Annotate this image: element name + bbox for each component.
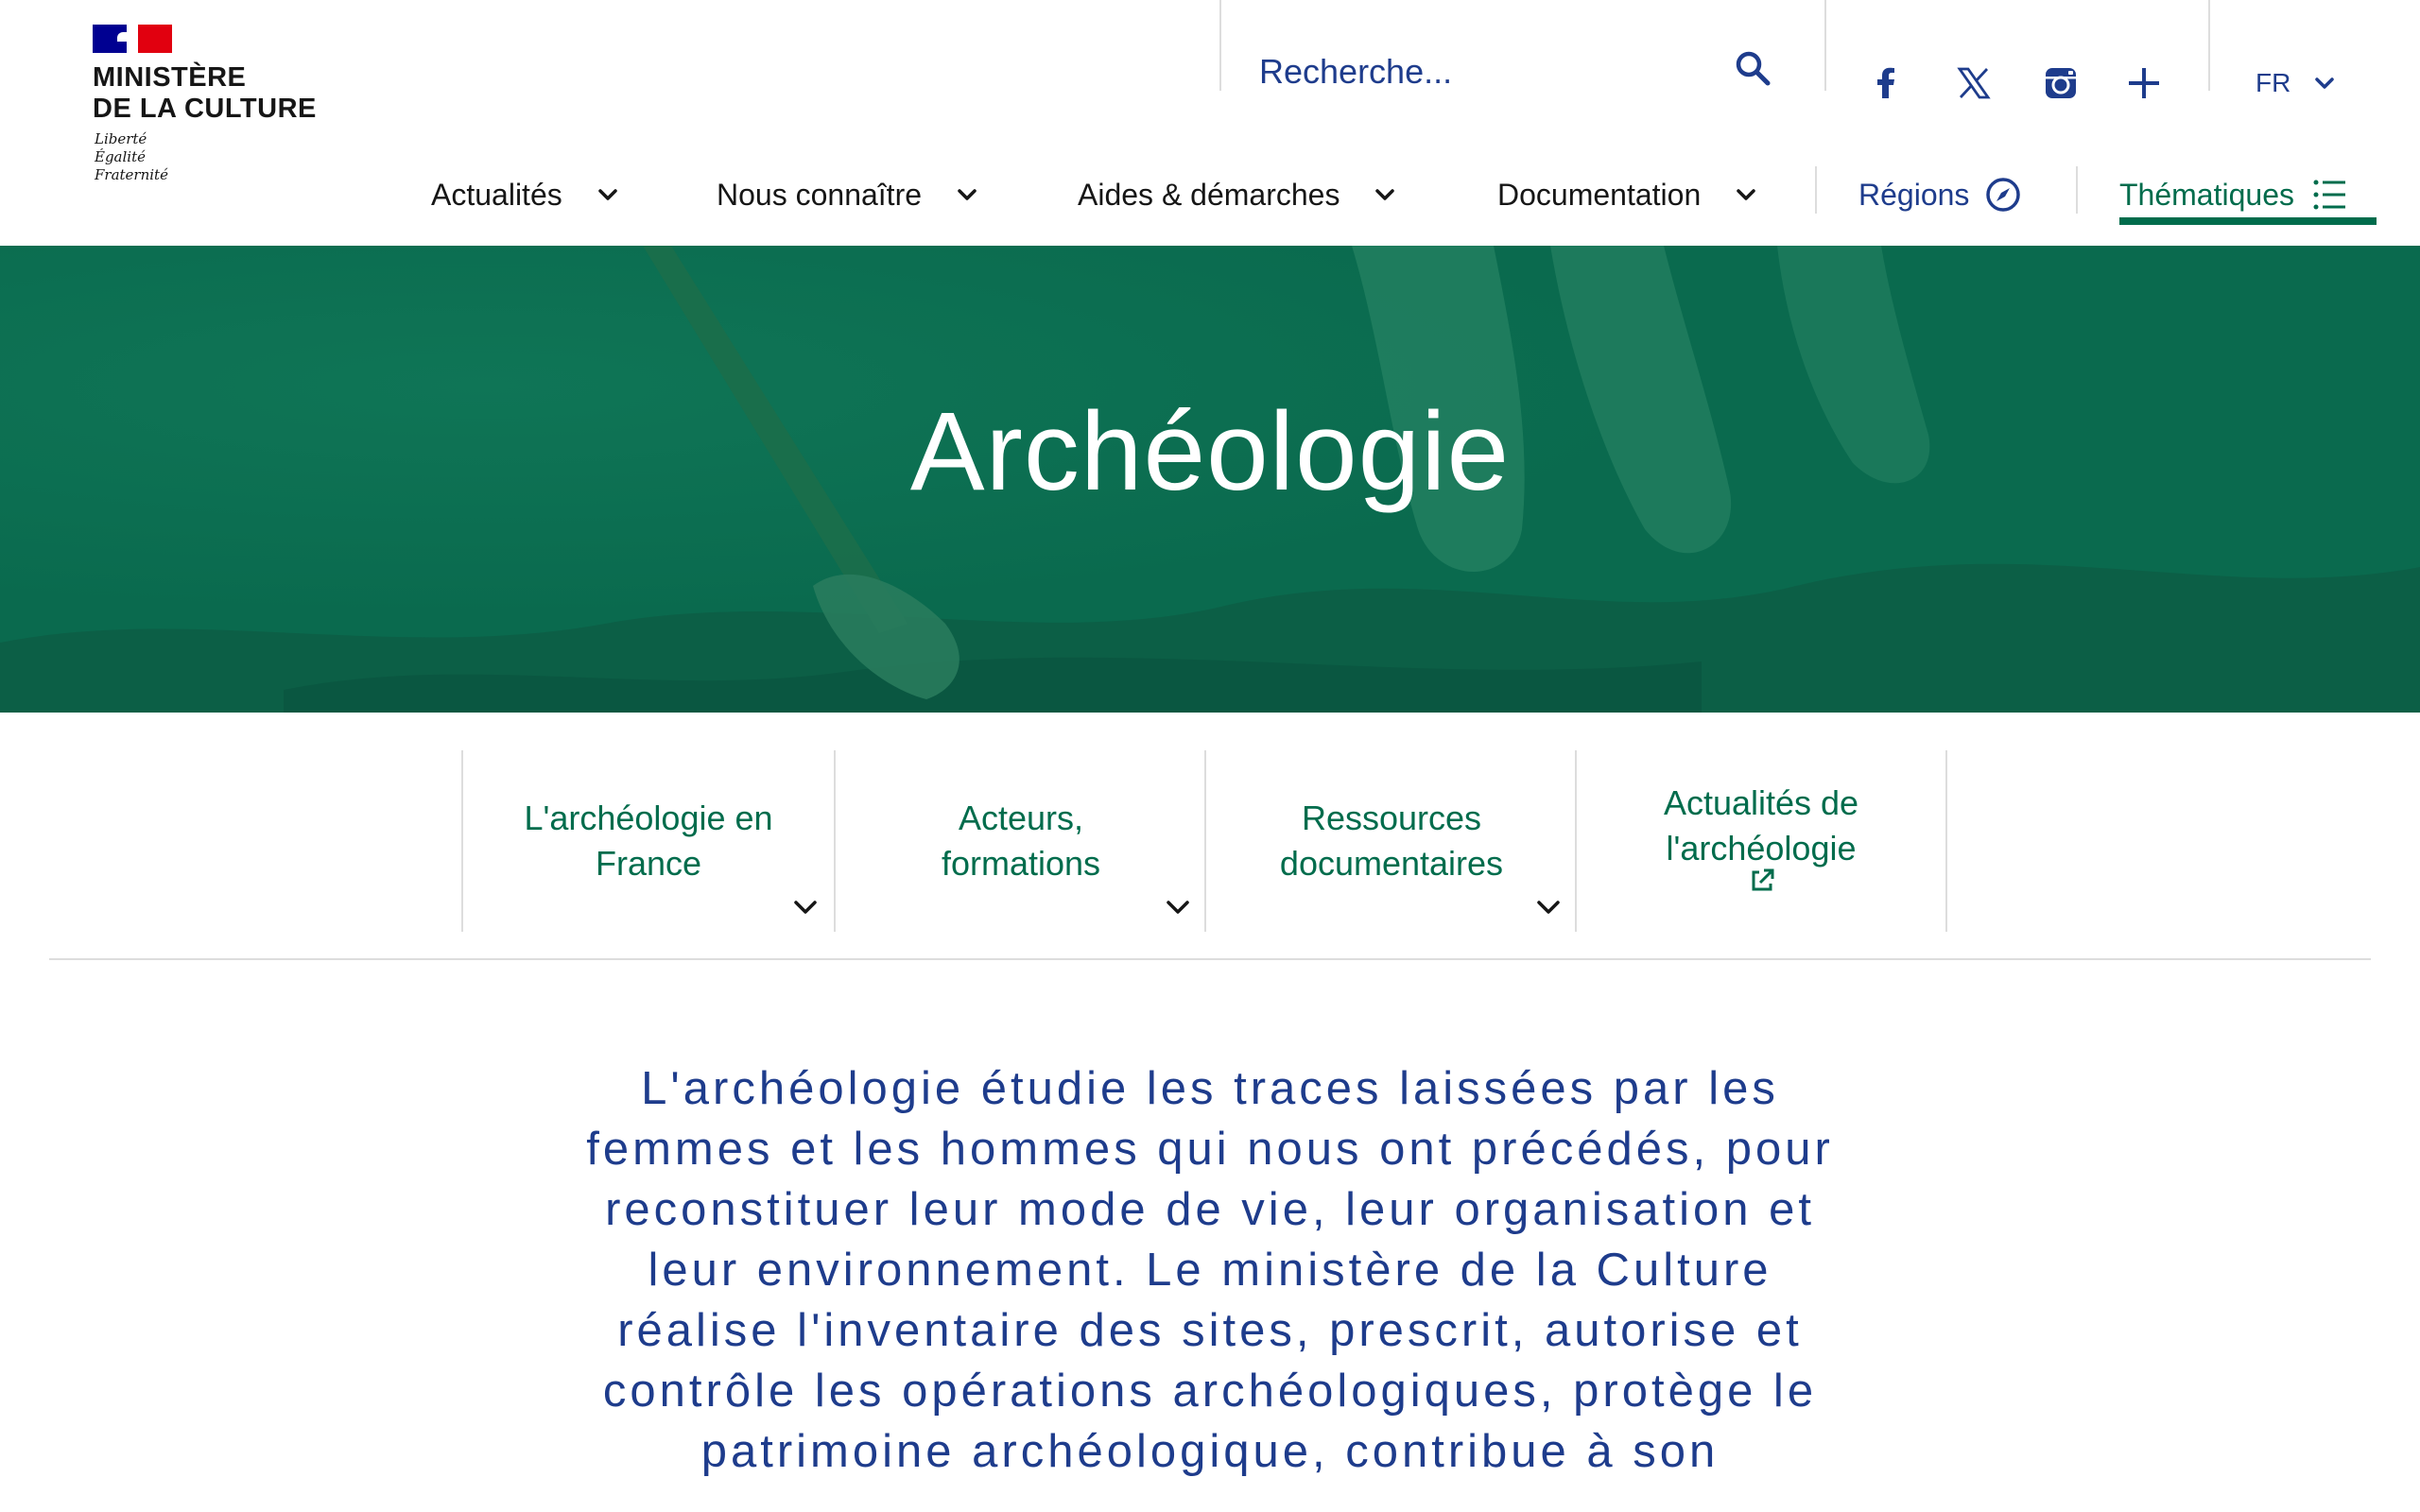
language-selector[interactable]: FR (2256, 60, 2338, 106)
nav-divider (2076, 166, 2078, 214)
more-links-button[interactable] (2121, 60, 2167, 106)
search-button[interactable] (1730, 45, 1775, 91)
chevron-down-icon (597, 189, 617, 200)
nav-item-thematiques[interactable]: Thématiques (2119, 170, 2349, 219)
subnav-item-archeologie-en-france[interactable]: L'archéologie en France (461, 750, 834, 932)
subnav-item-ressources-documentaires[interactable]: Ressources documentaires (1204, 750, 1577, 932)
chevron-down-icon (958, 189, 977, 200)
nav-item-documentation[interactable]: Documentation (1497, 170, 1759, 219)
active-nav-indicator (2119, 217, 2377, 225)
external-link-icon (1752, 868, 1774, 891)
marianne-flag-icon (93, 25, 172, 53)
chevron-down-icon (1375, 189, 1395, 200)
nav-item-aides-demarches[interactable]: Aides & démarches (1078, 170, 1398, 219)
search-input[interactable] (1259, 45, 1713, 98)
instagram-icon (2046, 68, 2076, 98)
subnav-item-acteurs-formations[interactable]: Acteurs, formations (834, 750, 1206, 932)
chevron-down-icon (1737, 189, 1755, 200)
chevron-down-icon (1537, 901, 1560, 914)
header-divider (1219, 0, 1221, 91)
instagram-link[interactable] (2038, 60, 2083, 106)
list-icon (2313, 180, 2345, 210)
subnav-item-actualites-archeologie[interactable]: Actualités de l'archéologie (1575, 750, 1947, 932)
subnav-item-label: L'archéologie en France (524, 799, 773, 883)
search-icon (1736, 51, 1771, 86)
language-label: FR (2256, 68, 2291, 97)
nav-divider (1815, 166, 1817, 214)
nav-item-label: Thématiques (2119, 177, 2294, 212)
nav-item-nous-connaitre[interactable]: Nous connaître (717, 170, 980, 219)
nav-item-label: Actualités (431, 177, 562, 212)
nav-item-label: Documentation (1497, 177, 1702, 212)
section-subnav: L'archéologie en France Acteurs, formati… (461, 750, 1949, 932)
nav-item-label: Nous connaître (717, 177, 923, 212)
plus-icon (2129, 68, 2159, 98)
facebook-icon (1877, 67, 1894, 98)
subnav-item-label: Ressources documentaires (1279, 799, 1504, 883)
x-link[interactable] (1951, 60, 1996, 106)
chevron-down-icon (1167, 901, 1189, 914)
subnav-item-label: Actualités de l'archéologie (1663, 783, 1859, 868)
chevron-down-icon (794, 901, 817, 914)
nav-item-label: Aides & démarches (1078, 177, 1340, 212)
chevron-down-icon (2315, 77, 2335, 89)
facebook-link[interactable] (1864, 60, 1910, 106)
hero-banner: Archéologie (0, 246, 2420, 713)
subnav-item-label: Acteurs, formations (941, 799, 1101, 883)
header-divider (1824, 0, 1826, 91)
nav-item-regions[interactable]: Régions (1858, 170, 2022, 219)
section-divider (49, 958, 2371, 960)
nav-item-actualites[interactable]: Actualités (431, 170, 621, 219)
header-divider (2208, 0, 2210, 91)
site-header: MINISTÈRE DE LA CULTURE Liberté Égalité … (0, 0, 2420, 246)
republic-motto: Liberté Égalité Fraternité (95, 130, 168, 183)
page-title: Archéologie (909, 389, 1511, 514)
compass-icon (1986, 178, 2021, 212)
intro-paragraph: L'archéologie étudie les traces laissées… (586, 1063, 1834, 1477)
ministry-name: MINISTÈRE DE LA CULTURE (93, 62, 317, 124)
search-bar (1259, 45, 1789, 98)
x-icon (1957, 67, 1991, 99)
ministry-logo[interactable]: MINISTÈRE DE LA CULTURE Liberté Égalité … (93, 25, 338, 195)
nav-item-label: Régions (1858, 177, 1970, 212)
